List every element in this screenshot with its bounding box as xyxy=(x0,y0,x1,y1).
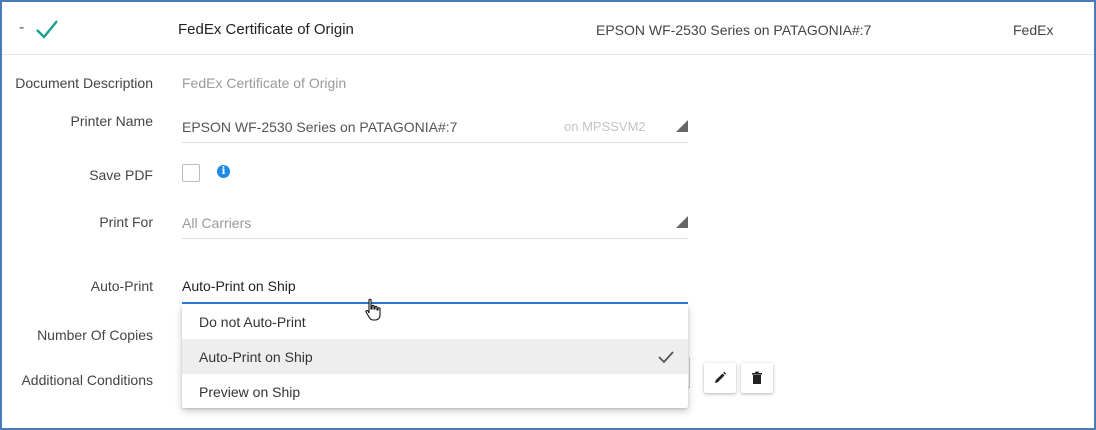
checkmark-icon xyxy=(35,18,59,45)
print-for-value: All Carriers xyxy=(182,215,252,231)
printer-name-value: EPSON WF-2530 Series on PATAGONIA#:7 xyxy=(182,119,458,135)
edit-button[interactable] xyxy=(704,363,736,393)
hand-pointer-cursor-icon xyxy=(364,298,382,327)
document-name: FedEx Certificate of Origin xyxy=(178,21,354,38)
selected-check-icon xyxy=(658,350,674,369)
dropdown-arrow-icon xyxy=(676,216,688,228)
carrier-summary: FedEx xyxy=(1013,22,1054,38)
option-label: Do not Auto-Print xyxy=(199,314,306,330)
document-row-header[interactable]: - FedEx Certificate of Origin EPSON WF-2… xyxy=(2,2,1094,55)
dropdown-arrow-icon xyxy=(676,120,688,132)
printer-summary: EPSON WF-2530 Series on PATAGONIA#:7 xyxy=(596,22,872,38)
delete-button[interactable] xyxy=(741,363,773,393)
printer-settings-panel: - FedEx Certificate of Origin EPSON WF-2… xyxy=(0,0,1096,430)
print-for-underline xyxy=(182,238,688,239)
printer-host: on MPSSVM2 xyxy=(564,119,646,134)
auto-print-label: Auto-Print xyxy=(90,278,153,294)
printer-name-select[interactable]: EPSON WF-2530 Series on PATAGONIA#:7 on … xyxy=(182,113,688,143)
document-description-label: Document Description xyxy=(15,75,153,91)
collapse-toggle[interactable]: - xyxy=(19,19,24,37)
option-label: Auto-Print on Ship xyxy=(199,349,313,365)
printer-name-label: Printer Name xyxy=(70,113,153,129)
print-for-label: Print For xyxy=(99,214,153,230)
option-auto-print-on-ship[interactable]: Auto-Print on Ship xyxy=(182,339,688,374)
auto-print-select[interactable]: Auto-Print on Ship xyxy=(182,278,296,294)
save-pdf-label: Save PDF xyxy=(89,167,153,183)
option-preview-on-ship[interactable]: Preview on Ship xyxy=(182,374,688,409)
printer-name-underline xyxy=(182,142,688,143)
option-do-not-auto-print[interactable]: Do not Auto-Print xyxy=(182,304,688,339)
number-of-copies-label: Number Of Copies xyxy=(37,327,153,343)
auto-print-dropdown-menu: Do not Auto-Print Auto-Print on Ship Pre… xyxy=(182,304,688,408)
info-icon[interactable]: i xyxy=(217,165,230,178)
additional-conditions-label: Additional Conditions xyxy=(21,372,153,388)
document-settings-form: Document Description FedEx Certificate o… xyxy=(2,55,1094,428)
print-for-select[interactable]: All Carriers xyxy=(182,209,688,239)
document-description-value: FedEx Certificate of Origin xyxy=(182,75,347,91)
option-label: Preview on Ship xyxy=(199,384,301,400)
save-pdf-checkbox[interactable] xyxy=(182,164,200,182)
